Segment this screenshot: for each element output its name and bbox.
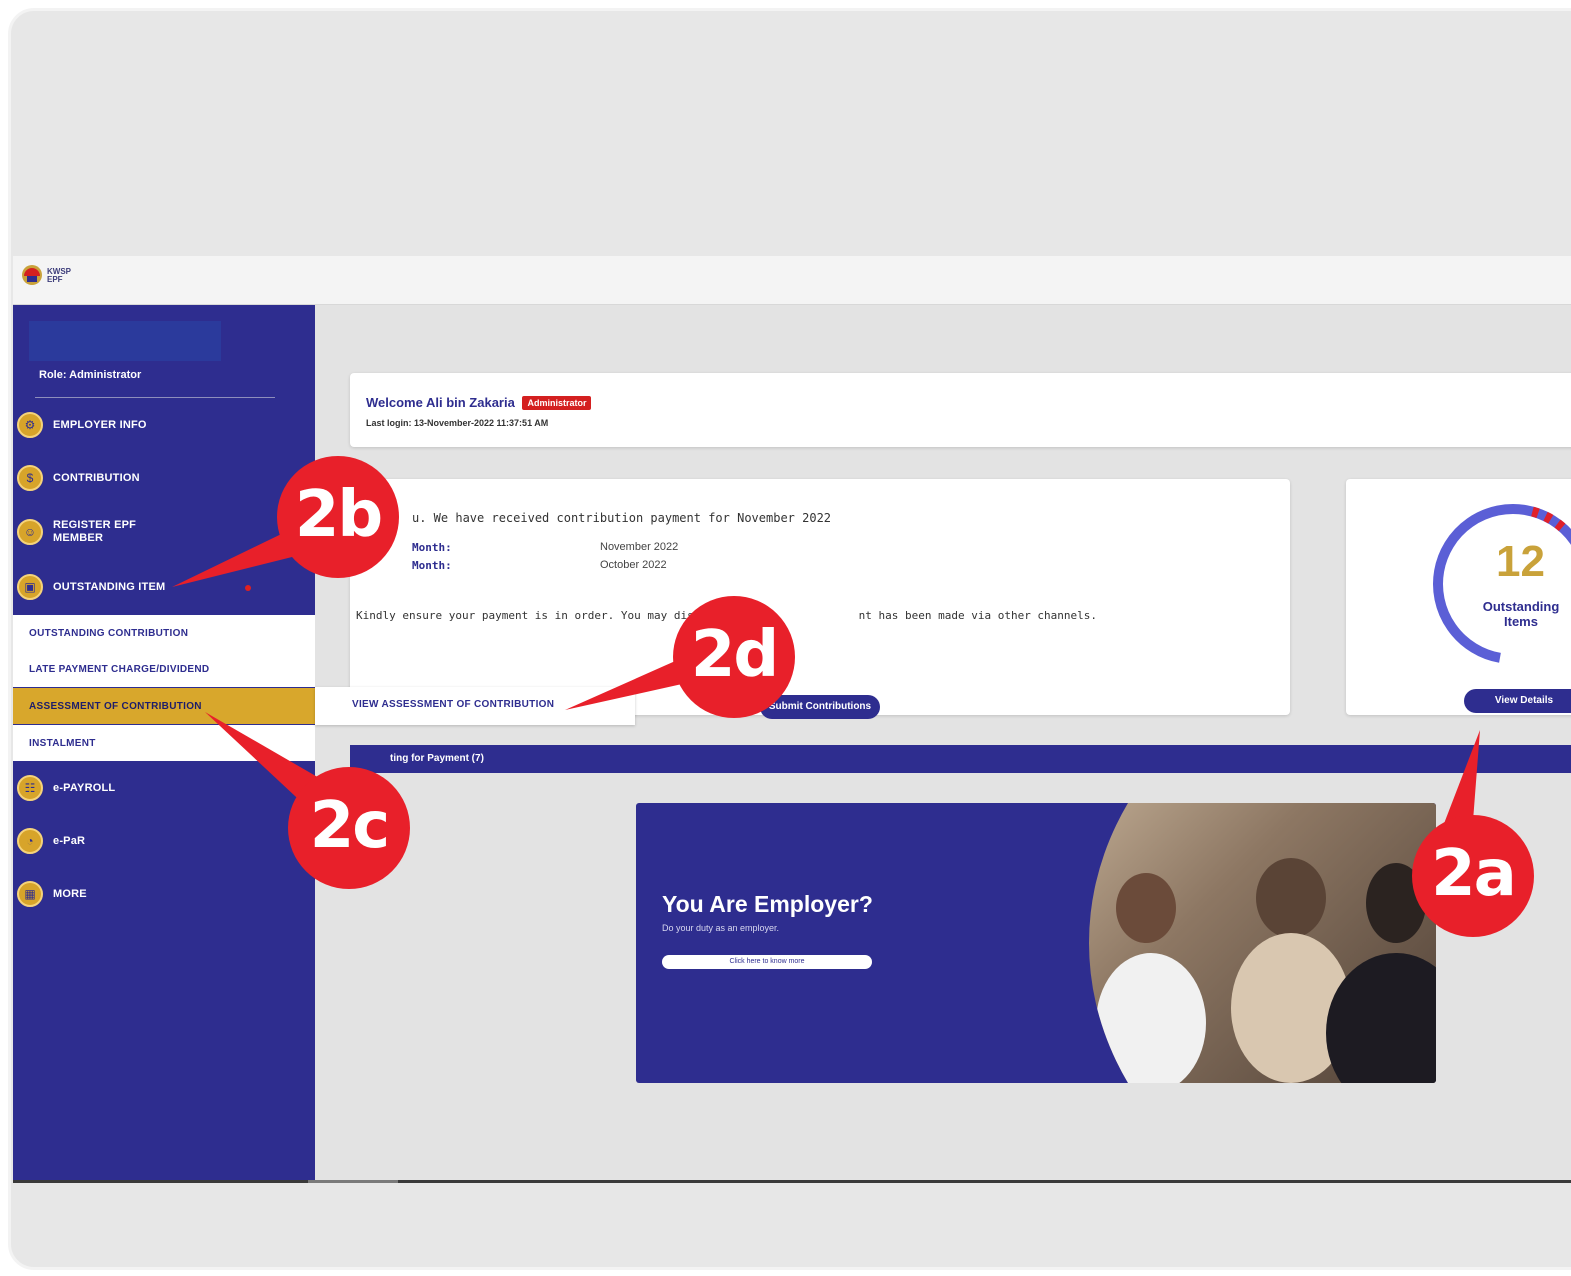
payroll-icon: ☷ xyxy=(17,775,43,801)
sidebar-item-employer-info[interactable]: ⚙ EMPLOYER INFO xyxy=(13,405,315,445)
outstanding-count: 12 xyxy=(1496,537,1545,586)
view-assessment-popout[interactable]: VIEW ASSESSMENT OF CONTRIBUTION xyxy=(315,687,635,725)
month-label-1: Month: xyxy=(412,541,452,554)
logo-text: KWSP EPF xyxy=(47,267,71,284)
welcome-text: Welcome Ali bin Zakaria Administrator xyxy=(366,395,592,410)
clock-icon: ◔ xyxy=(17,828,43,854)
submenu-late-payment-charge[interactable]: LATE PAYMENT CHARGE/DIVIDEND xyxy=(13,651,315,687)
scrollbar-thumb[interactable] xyxy=(308,1180,398,1183)
gear-icon: ⚙ xyxy=(17,412,43,438)
month-value-1: November 2022 xyxy=(600,541,679,553)
dollar-icon: $ xyxy=(17,465,43,491)
role-label: Role: Administrator xyxy=(39,369,142,381)
sidebar-item-register-epf-member[interactable]: ☺ REGISTER EPF MEMBER xyxy=(13,512,315,552)
employer-banner: You Are Employer? Do your duty as an emp… xyxy=(636,803,1436,1083)
sidebar: Role: Administrator ⚙ EMPLOYER INFO $ CO… xyxy=(13,305,315,1180)
submenu-assessment-of-contribution[interactable]: ASSESSMENT OF CONTRIBUTION xyxy=(13,688,315,724)
sidebar-item-e-payroll[interactable]: ☷ e-PAYROLL xyxy=(13,768,315,808)
folder-icon: ▣ xyxy=(17,574,43,600)
divider xyxy=(35,397,275,398)
main-content: Welcome Ali bin Zakaria Administrator La… xyxy=(315,305,1571,1180)
user-add-icon: ☺ xyxy=(17,519,43,545)
top-bar: KWSP EPF xyxy=(13,256,1571,305)
person-image xyxy=(1116,873,1176,943)
sidebar-item-more[interactable]: ▦ MORE xyxy=(13,874,315,914)
month-label-2: Month: xyxy=(412,559,452,572)
callout-2c: 2c xyxy=(288,767,410,889)
notification-dot xyxy=(245,585,251,591)
user-name-box xyxy=(29,321,221,361)
banner-subtitle: Do your duty as an employer. xyxy=(662,923,780,933)
month-value-2: October 2022 xyxy=(600,559,667,571)
sidebar-item-e-par[interactable]: ◔ e-PaR xyxy=(13,821,315,861)
contribution-message: u. We have received contribution payment… xyxy=(412,511,832,525)
callout-2d: 2d xyxy=(673,596,795,718)
grid-icon: ▦ xyxy=(17,881,43,907)
view-details-button[interactable]: View Details xyxy=(1464,689,1571,713)
submenu-instalment[interactable]: INSTALMENT xyxy=(13,725,315,761)
outstanding-label: Outstanding Items xyxy=(1482,599,1560,629)
sidebar-item-contribution[interactable]: $ CONTRIBUTION xyxy=(13,458,315,498)
waiting-for-payment-bar[interactable]: ting for Payment (7) xyxy=(350,745,1571,773)
role-badge: Administrator xyxy=(522,396,592,410)
submenu-outstanding-contribution[interactable]: OUTSTANDING CONTRIBUTION xyxy=(13,615,315,651)
banner-know-more-button[interactable]: Click here to know more xyxy=(662,955,872,969)
sidebar-item-outstanding-item[interactable]: ▣ OUTSTANDING ITEM xyxy=(13,567,315,607)
banner-title: You Are Employer? xyxy=(662,891,873,917)
person-image xyxy=(1096,953,1206,1083)
banner-photo xyxy=(1089,803,1436,1083)
outstanding-items-card: 12 Outstanding Items View Details xyxy=(1346,479,1571,715)
horizontal-scrollbar[interactable] xyxy=(13,1180,1571,1183)
person-image xyxy=(1256,858,1326,938)
last-login: Last login: 13-November-2022 11:37:51 AM xyxy=(366,418,549,428)
kwsp-logo-icon[interactable] xyxy=(21,264,43,286)
callout-2b: 2b xyxy=(277,456,399,578)
callout-2a: 2a xyxy=(1412,815,1534,937)
welcome-card: Welcome Ali bin Zakaria Administrator La… xyxy=(350,373,1571,447)
contribution-card: u. We have received contribution payment… xyxy=(350,479,1290,719)
